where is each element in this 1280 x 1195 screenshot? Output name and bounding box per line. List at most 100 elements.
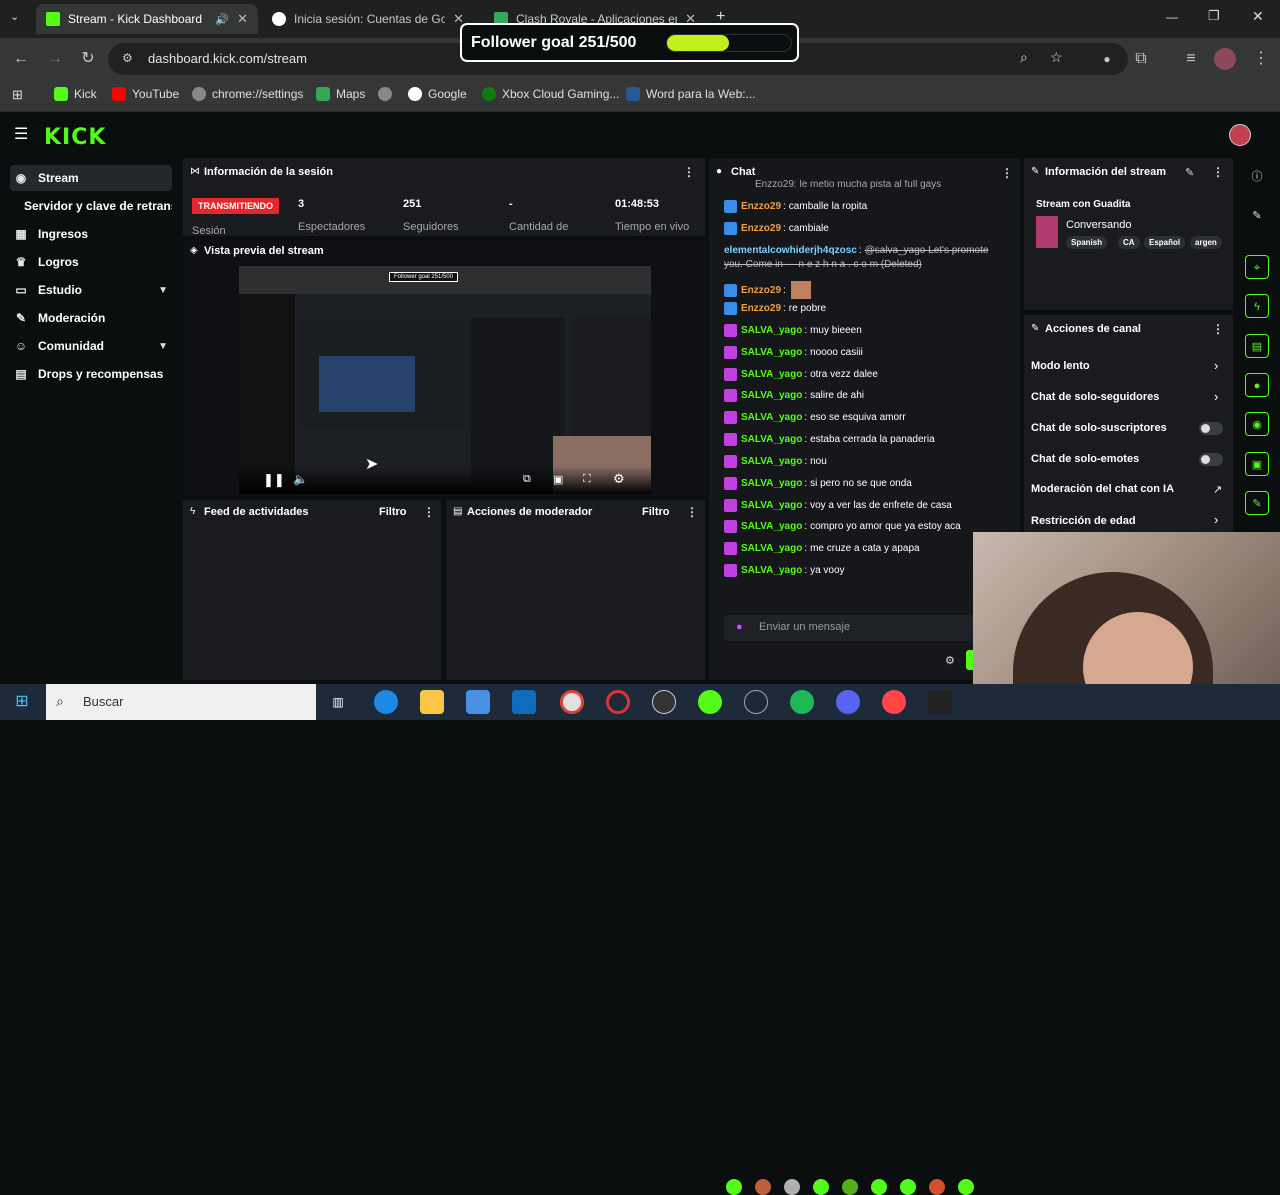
chevron-right-icon[interactable]: › [1214,358,1218,373]
bookmark-settings[interactable]: chrome://settings [192,87,303,101]
close-window-icon[interactable]: ✕ [1252,8,1264,25]
chat-username[interactable]: SALVA_yago [741,412,802,423]
lightning-icon[interactable]: ϟ [1245,294,1269,318]
menu-icon[interactable]: ⋮ [1250,48,1272,70]
chat-message[interactable]: SALVA_yago: estaba cerrada la panaderia [724,433,935,446]
chat-message[interactable]: SALVA_yago: voy a ver las de enfrete de c… [724,499,952,512]
focus-icon[interactable]: ⌖ [1245,255,1269,279]
tab-kick-dashboard[interactable]: Stream - Kick Dashboard 🔊 ✕ [36,4,258,34]
chat-username[interactable]: SALVA_yago [741,478,802,489]
volume-icon[interactable]: 🔈 [293,472,308,486]
emote-icon[interactable] [958,1179,974,1195]
sidebar-item-drops[interactable]: ▤ Drops y recompensas [10,361,172,387]
ai-moderation-row[interactable]: Moderación del chat con IA [1031,483,1174,495]
fullscreen-icon[interactable]: ⛶ [583,473,591,486]
mod-filter-button[interactable]: Filtro [642,506,670,518]
chat-message[interactable]: SALVA_yago: si pero no se que onda [724,477,912,490]
chat-message[interactable]: SALVA_yago: compro yo amor que ya estoy a… [724,520,961,533]
chat-message[interactable]: SALVA_yago: salire de ahi [724,389,864,402]
chat-username[interactable]: SALVA_yago [741,390,802,401]
chat-icon[interactable]: ● [1245,373,1269,397]
stream-video[interactable]: Follower goal 251/500 ❚❚ 🔈 ⧉ ▣ ⛶ ⚙ [239,266,651,494]
more-options-icon[interactable]: ⋮ [423,505,435,519]
speaker-icon[interactable]: 🔊 [215,13,229,26]
outlook-icon[interactable] [512,690,536,714]
sidebar-item-stream[interactable]: ◉ Stream [10,165,172,191]
puzzle-icon[interactable]: ⧉ [1130,48,1152,70]
chat-username[interactable]: Enzzo29 [741,303,781,314]
chat-message[interactable]: Enzzo29: [724,281,811,299]
chat-message[interactable]: SALVA_yago: otra vezz dalee [724,368,878,381]
close-icon[interactable]: ✕ [237,11,248,27]
chat-username[interactable]: SALVA_yago [741,565,802,576]
back-icon[interactable]: ← [10,48,32,70]
extension-icon[interactable]: ● [1096,48,1118,70]
chat-message[interactable]: elementalcowhiderjh4qzosc: @salva_yago Le… [724,244,1004,272]
emotes-only-toggle[interactable] [1199,453,1223,466]
emote-icon[interactable] [842,1179,858,1195]
chat-username[interactable]: SALVA_yago [741,543,802,554]
sidebar-item-comunidad[interactable]: ☺ Comunidad ▼ [10,333,172,359]
emote-icon[interactable] [755,1179,771,1195]
more-options-icon[interactable]: ⋮ [683,165,695,179]
chat-username[interactable]: SALVA_yago [741,500,802,511]
obs-icon[interactable] [652,690,676,714]
emote-icon[interactable] [900,1179,916,1195]
chat-message[interactable]: Enzzo29: camballe la ropita [724,200,867,213]
star-icon[interactable]: ☆ [1050,49,1063,66]
emote-icon[interactable] [813,1179,829,1195]
chat-settings-icon[interactable]: ⚙ [945,654,955,667]
chat-username[interactable]: Enzzo29 [741,201,781,212]
chat-message[interactable]: SALVA_yago: me cruze a cata y apapa [724,542,920,555]
reload-icon[interactable]: ↻ [77,48,99,70]
kick-app-icon[interactable] [698,690,722,714]
kick-logo[interactable]: KICK [44,125,106,150]
chat-username[interactable]: SALVA_yago [741,325,802,336]
profile-avatar[interactable] [1214,48,1236,70]
wrench-icon[interactable]: ✎ [1245,491,1269,515]
more-options-icon[interactable]: ⋮ [1001,166,1013,180]
chat-message[interactable]: SALVA_yago: noooo casiii [724,346,863,359]
bookmark-google[interactable]: Google [408,87,467,101]
site-info-icon[interactable]: ⚙ [122,51,133,65]
external-link-icon[interactable]: ↗ [1213,483,1222,496]
chat-username[interactable]: SALVA_yago [741,434,802,445]
epic-games-icon[interactable] [928,690,952,714]
chat-username[interactable]: elementalcowhiderjh4qzosc [724,245,857,256]
bookmark-word[interactable]: Word para la Web:... [626,87,756,101]
emote-icon[interactable] [726,1179,742,1195]
pip-icon[interactable]: ⧉ [523,473,531,486]
apps-icon[interactable]: ⊞ [12,87,23,103]
edge-icon[interactable] [374,690,398,714]
chevron-right-icon[interactable]: › [1214,389,1218,404]
info-icon[interactable]: ⓘ [1245,165,1269,189]
discord-icon[interactable] [836,690,860,714]
shield-icon[interactable]: ▣ [1245,452,1269,476]
broadcast-icon[interactable]: ◉ [1245,412,1269,436]
chat-username[interactable]: Enzzo29 [741,223,781,234]
chat-message[interactable]: Enzzo29: re pobre [724,302,826,315]
chat-username[interactable]: Enzzo29 [741,285,781,296]
settings-icon[interactable]: ⚙ [613,471,625,487]
more-options-icon[interactable]: ⋮ [1212,322,1224,336]
chat-username[interactable]: SALVA_yago [741,369,802,380]
sidebar-item-logros[interactable]: ♛ Logros [10,249,172,275]
chat-message[interactable]: Enzzo29: cambiale [724,222,829,235]
followers-only-row[interactable]: Chat de solo-seguidores [1031,391,1159,403]
taskbar-search-input[interactable]: ⌕ Buscar [46,684,316,720]
chat-message[interactable]: SALVA_yago: muy bieeen [724,324,862,337]
user-avatar[interactable] [1229,124,1251,146]
edit-icon[interactable]: ✎ [1185,166,1194,179]
opera-icon[interactable] [606,690,630,714]
minimize-icon[interactable]: — [1166,10,1178,24]
sidebar-item-ingresos[interactable]: ▦ Ingresos [10,221,172,247]
forward-icon[interactable]: → [44,48,66,70]
chat-message[interactable]: SALVA_yago: nou [724,455,827,468]
media-icon[interactable]: ≡ [1180,48,1202,70]
tab-list-icon[interactable]: ⌄ [10,10,19,23]
emote-icon[interactable] [871,1179,887,1195]
zoom-icon[interactable]: ⌕ [1020,49,1028,66]
windows-start-icon[interactable]: ⊞ [10,690,34,714]
hamburger-menu-icon[interactable]: ☰ [14,124,28,144]
clip-icon[interactable]: ▣ [553,473,563,486]
